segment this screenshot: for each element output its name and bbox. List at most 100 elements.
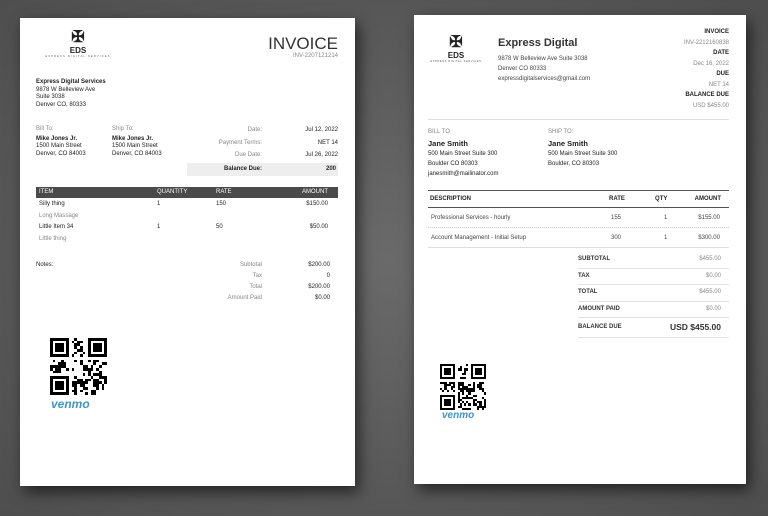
item-name: Silly thing — [39, 201, 65, 207]
tax-value: $0.00 — [705, 272, 721, 279]
balance-due-value: USD $455.00 — [669, 321, 721, 332]
totals: SUBTOTAL $455.00 TAX $0.00 TOTAL $455.00 AM… — [578, 252, 729, 338]
from-line: 9878 W Belleview Ave Suite 3038 — [498, 56, 588, 62]
bill-to-line: Boulder CO 80303 — [428, 161, 478, 167]
logo-icon: ✠ — [449, 34, 463, 51]
item-qty: 1 — [157, 224, 161, 230]
table-row: Professional Services - hourly 155 1 $15… — [428, 208, 729, 228]
column-header: QUANTITY — [157, 189, 188, 195]
qr-code — [440, 364, 486, 410]
divider — [428, 119, 729, 120]
bill-to-email: janesmith@mailinator.com — [428, 171, 499, 177]
balance-due-value: 200 — [325, 165, 336, 172]
tax-label: TAX — [578, 272, 590, 279]
invoice-label: INVOICE — [704, 29, 729, 35]
invoice-page-1: ✠ EDS EXPRESS DIGITAL SERVICES INVOICE I… — [20, 18, 355, 486]
due-label: DUE — [716, 71, 729, 77]
ship-to-line: Boulder, CO 80303 — [548, 161, 600, 167]
table-row: Little Item 34 1 50 $50.00 — [36, 224, 338, 236]
logo-icon: ✠ — [71, 29, 85, 46]
items-table-body: Silly thing 1 150 $150.00 Long Massage L… — [36, 201, 338, 247]
ship-to: SHIP TO: Jane Smith 500 Main Street Suit… — [548, 127, 617, 169]
from-line: 9878 W Belleview Ave — [36, 86, 96, 93]
ship-to: Ship To: Mike Jones Jr. 1500 Main Street… — [112, 126, 162, 158]
subtotal-value: $455.00 — [699, 256, 721, 262]
qr-module — [104, 392, 107, 395]
subtotal-label: SUBTOTAL — [578, 256, 611, 262]
items-table-header: ITEM QUANTITY RATE AMOUNT — [36, 187, 338, 198]
item-qty: 1 — [664, 235, 668, 241]
date-value: Jul 12, 2022 — [305, 127, 338, 133]
terms-label: Payment Terms: — [218, 139, 262, 146]
tax-value: 0 — [326, 273, 330, 279]
amount-paid-value: $0.00 — [314, 295, 330, 301]
bill-to-name: Mike Jones Jr. — [36, 135, 78, 142]
item-qty: 1 — [157, 201, 161, 207]
total-value: $455.00 — [699, 289, 721, 295]
date-label: Date: — [247, 127, 262, 133]
balance-due-value: USD $455.00 — [692, 102, 729, 109]
ship-to-name: Mike Jones Jr. — [112, 135, 154, 142]
invoice-meta: INVOICE INV-2212160838 DATE Dec 16, 2022… — [684, 27, 729, 111]
item-description: Long Massage — [39, 212, 79, 219]
total-value: $200.00 — [308, 284, 330, 290]
tax-label: Tax — [252, 273, 262, 279]
column-header: AMOUNT — [302, 189, 328, 195]
item-rate: 150 — [216, 201, 227, 207]
column-header: RATE — [609, 196, 625, 202]
item-amount: $150.00 — [306, 201, 328, 207]
items-table-body: Professional Services - hourly 155 1 $15… — [428, 208, 729, 248]
ship-to-line: Denver, CO 84003 — [112, 150, 162, 157]
venmo-logo: venmo — [442, 410, 475, 421]
qr-module — [483, 407, 486, 410]
ship-to-name: Jane Smith — [548, 139, 589, 148]
totals: Subtotal $200.00 Tax 0 Total $200.00 Amount… — [180, 262, 330, 306]
date-label: DATE — [713, 50, 729, 56]
invoice-page-2: ✠ EDS EXPRESS DIGITAL SERVICES Express D… — [414, 15, 746, 484]
qr-code — [50, 338, 107, 395]
invoice-meta: Date: Jul 12, 2022 Payment Terms: NET 14 D… — [187, 127, 338, 165]
terms-value: NET 14 — [317, 139, 338, 146]
from-line: Denver CO 80333 — [498, 66, 547, 72]
total-label: Total — [249, 284, 262, 290]
total-label: TOTAL — [578, 289, 598, 295]
company-logo: ✠ EDS EXPRESS DIGITAL SERVICES — [32, 29, 124, 59]
ship-to-line: 500 Main Street Suite 300 — [548, 151, 618, 157]
subtotal-value: $200.00 — [308, 262, 330, 268]
from-name: Express Digital Services — [36, 79, 106, 85]
table-row: Account Management - Initial Setup 300 1… — [428, 228, 729, 248]
ship-to-label: Ship To: — [112, 126, 134, 132]
logo-text: EDS — [69, 46, 87, 55]
invoice-title: INVOICE — [268, 34, 338, 53]
item-description: Little thing — [39, 235, 67, 242]
bill-to-name: Jane Smith — [428, 139, 469, 148]
logo-tagline: EXPRESS DIGITAL SERVICES — [45, 55, 111, 58]
item-rate: 300 — [611, 235, 622, 241]
balance-due-row: Balance Due: 200 — [187, 163, 338, 176]
logo-text: EDS — [447, 51, 465, 60]
amount-paid-label: Amount Paid — [227, 295, 262, 301]
column-header: DESCRIPTION — [430, 196, 472, 202]
bill-to-label: BILL TO — [428, 129, 450, 135]
bill-to-line: 1500 Main Street — [36, 143, 82, 149]
item-rate: 155 — [611, 215, 622, 221]
from-address: Express Digital Services 9878 W Bellevie… — [36, 79, 106, 109]
venmo-logo: venmo — [51, 397, 90, 411]
from-line: Denver CO, 80333 — [36, 101, 87, 108]
item-description: Professional Services - hourly — [431, 215, 511, 221]
balance-due-label: Balance Due: — [223, 165, 262, 172]
item-description: Account Management - Initial Setup — [431, 235, 527, 241]
bill-to-label: Bill To: — [36, 126, 54, 132]
table-row: Silly thing 1 150 $150.00 — [36, 201, 338, 213]
company-logo: ✠ EDS EXPRESS DIGITAL SERVICES — [426, 34, 486, 64]
column-header: AMOUNT — [694, 196, 721, 202]
bill-to: Bill To: Mike Jones Jr. 1500 Main Street… — [36, 126, 86, 158]
items-table-header: DESCRIPTION RATE QTY AMOUNT — [428, 190, 729, 208]
from-email: expressdigitalservices@gmail.com — [498, 76, 591, 82]
item-name: Little Item 34 — [39, 224, 74, 230]
balance-due-label: BALANCE DUE — [685, 92, 729, 98]
bill-to-line: 500 Main Street Suite 300 — [428, 151, 498, 157]
bill-to: BILL TO Jane Smith 500 Main Street Suite… — [428, 127, 498, 179]
date-value: Dec 16, 2022 — [693, 60, 729, 67]
due-value: NET 14 — [708, 81, 729, 88]
